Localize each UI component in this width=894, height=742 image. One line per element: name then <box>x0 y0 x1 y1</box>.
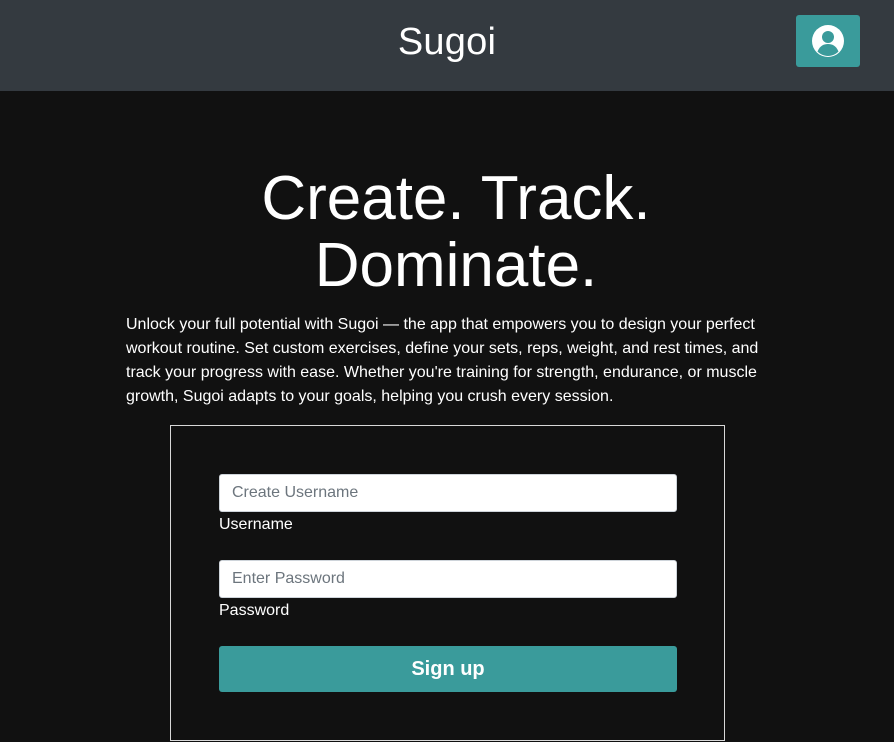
username-field-group: Username <box>219 474 677 535</box>
brand-title: Sugoi <box>397 21 497 63</box>
password-input[interactable] <box>219 560 677 598</box>
hero-title: Create. Track. Dominate. <box>0 165 894 299</box>
signup-form: Username Password Sign up <box>170 425 725 741</box>
hero-title-line-2: Dominate. <box>314 231 598 300</box>
top-navbar: Sugoi <box>0 0 894 91</box>
user-circle-icon <box>811 24 845 58</box>
signup-button[interactable]: Sign up <box>219 646 677 692</box>
profile-button[interactable] <box>796 15 860 67</box>
password-field-group: Password <box>219 560 677 621</box>
username-input[interactable] <box>219 474 677 512</box>
intro-paragraph: Unlock your full potential with Sugoi — … <box>126 316 759 405</box>
password-label: Password <box>219 602 290 619</box>
hero-title-line-1: Create. Track. <box>261 164 651 233</box>
username-label: Username <box>219 516 293 533</box>
